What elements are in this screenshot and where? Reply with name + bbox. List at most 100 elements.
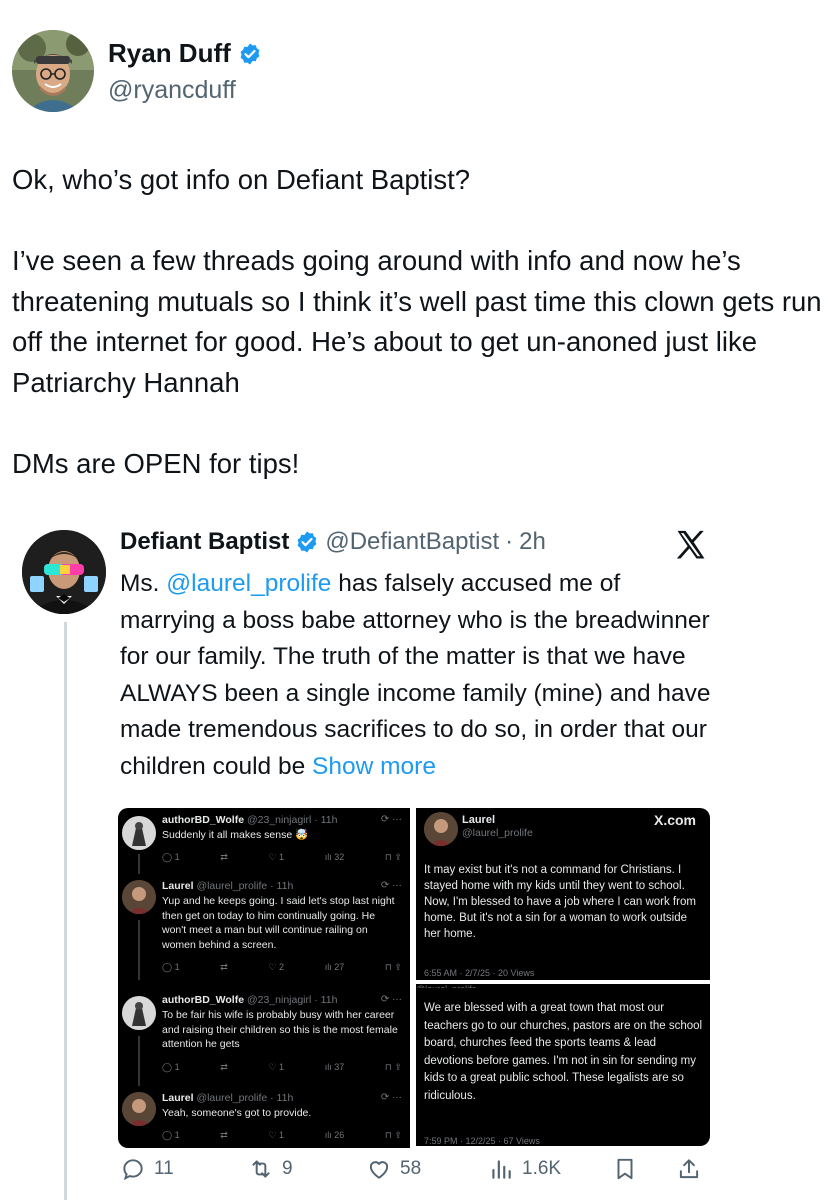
quoted-separator: · [505, 528, 514, 555]
mini-thread-line [138, 854, 140, 874]
mini-avatar [424, 812, 458, 846]
mini-post-body: We are blessed with a great town that mo… [424, 1002, 703, 1102]
mini-views-count: 27 [334, 962, 345, 972]
author-name[interactable]: Ryan Duff [108, 38, 262, 69]
mini-views-icon: ılı 27 [324, 962, 345, 972]
mini-post-name: Laurel [462, 814, 496, 826]
mini-repost-icon: ⇄ [220, 962, 228, 972]
bookmark-icon [617, 1158, 633, 1180]
tweet-paragraph-2: I’ve seen a few threads going around wit… [12, 245, 830, 398]
mini-bookmark-icon: ⊓ ⇪ [384, 1062, 402, 1072]
mini-reply-icon: ◯ 1 [162, 1130, 180, 1140]
quoted-text-body: has falsely accused me of marrying a bos… [120, 570, 711, 780]
mini-post-name: Laurel [162, 1092, 194, 1104]
mini-post-header: authorBD_Wolfe @23_ninjagirl · 11h [162, 814, 337, 826]
mini-post-header: Laurel @laurel_prolife · 11h [162, 880, 293, 892]
share-icon [679, 1159, 699, 1179]
tweet-paragraph-1: Ok, who’s got info on Defiant Baptist? [12, 164, 471, 195]
mini-avatar [122, 816, 156, 850]
quoted-header[interactable]: Defiant Baptist @DefiantBaptist · 2h [120, 528, 546, 556]
mini-post-handle: @23_ninjagirl · 11h [246, 994, 338, 1006]
mini-reply-count: 1 [174, 852, 180, 862]
mini-more-icon: ⟳ ··· [380, 1092, 402, 1103]
like-button[interactable]: 58 [366, 1156, 421, 1182]
repost-icon [252, 1160, 270, 1178]
mini-views-icon: ılı 37 [324, 1062, 345, 1072]
mini-post-actions: ◯ 1 ⇄ ♡ 1 ılı 32 ⊓ ⇪ [162, 852, 402, 863]
thread-line [64, 622, 67, 1200]
mini-like-icon: ♡ 1 [268, 1130, 285, 1140]
mini-post-header: authorBD_Wolfe @23_ninjagirl · 11h [162, 994, 337, 1006]
media-screenshot-thread[interactable]: authorBD_Wolfe @23_ninjagirl · 11h ⟳ ···… [118, 808, 410, 1148]
mini-bookmark-icon: ⊓ ⇪ [384, 962, 402, 972]
mini-views-count: 26 [334, 1130, 345, 1140]
mini-views-icon: ılı 26 [324, 1130, 345, 1140]
reply-icon [123, 1159, 143, 1181]
mini-post-meta: 7:59 PM · 12/2/25 · 67 Views [424, 1136, 540, 1146]
mini-thread-line [138, 920, 140, 980]
x-logo-icon [676, 530, 705, 559]
quoted-handle[interactable]: @DefiantBaptist [325, 528, 499, 556]
mini-views-count: 37 [334, 1062, 345, 1072]
mini-bookmark-icon: ⊓ ⇪ [384, 1130, 402, 1140]
mini-more-icon: ⟳ ··· [380, 880, 402, 891]
mini-post-meta: 6:55 AM · 2/7/25 · 20 Views [424, 968, 535, 978]
mini-like-count: 1 [279, 1130, 285, 1140]
mini-post-actions: ◯ 1 ⇄ ♡ 1 ılı 37 ⊓ ⇪ [162, 1062, 402, 1073]
mini-views-count: 32 [334, 852, 345, 862]
mini-reply-icon: ◯ 1 [162, 1062, 180, 1072]
mini-like-count: 1 [279, 852, 285, 862]
views-count: 1.6K [522, 1158, 562, 1179]
quoted-mention-link[interactable]: @laurel_prolife [166, 570, 331, 597]
mini-post-body: Yeah, someone's got to provide. [162, 1107, 312, 1119]
mini-post-body: Suddenly it all makes sense 🤯 [162, 829, 309, 841]
mini-avatar [122, 1092, 156, 1126]
mini-thread-line [138, 1036, 140, 1086]
mini-repost-icon: ⇄ [220, 1062, 228, 1072]
mini-more-icon: ⟳ ··· [380, 814, 402, 825]
mini-avatar [122, 880, 156, 914]
like-icon [369, 1161, 389, 1179]
mini-like-icon: ♡ 1 [268, 852, 285, 862]
mini-avatar [122, 996, 156, 1030]
mini-like-icon: ♡ 1 [268, 1062, 285, 1072]
mini-post-handle: @laurel_prolife [462, 827, 533, 839]
tweet-action-bar: 11 9 58 1.6K [120, 1150, 710, 1194]
media-screenshot-right-bottom[interactable]: @laurel_prolife We are blessed with a gr… [416, 984, 710, 1146]
mini-like-icon: ♡ 2 [268, 962, 285, 972]
media-screenshot-right-top[interactable]: Laurel @laurel_prolife X.com It may exis… [416, 808, 710, 980]
mini-post-body: It may exist but it's not a command for … [424, 864, 696, 940]
mini-post-actions: ◯ 1 ⇄ ♡ 2 ılı 27 ⊓ ⇪ [162, 962, 402, 973]
mini-post-body: Yup and he keeps going. I said let's sto… [162, 895, 395, 951]
show-more-link[interactable]: Show more [312, 753, 436, 780]
mini-post-body: To be fair his wife is probably busy wit… [162, 1009, 398, 1050]
mini-post-handle-cut: @laurel_prolife [416, 984, 710, 988]
mini-reply-icon: ◯ 1 [162, 962, 180, 972]
quoted-time[interactable]: 2h [519, 528, 546, 556]
reply-button[interactable]: 11 [120, 1156, 174, 1182]
author-handle[interactable]: @ryancduff [108, 76, 236, 105]
bookmark-button[interactable] [612, 1156, 638, 1182]
reply-count: 11 [154, 1158, 174, 1179]
mini-post-handle: @laurel_prolife · 11h [196, 1092, 294, 1104]
repost-button[interactable]: 9 [248, 1156, 293, 1182]
mini-reply-count: 1 [174, 1062, 180, 1072]
tweet-text: Ok, who’s got info on Defiant Baptist? I… [12, 160, 832, 484]
views-button[interactable]: 1.6K [488, 1156, 561, 1182]
author-avatar[interactable] [12, 30, 94, 112]
mini-post-handle: @laurel_prolife · 11h [196, 880, 294, 892]
quoted-name[interactable]: Defiant Baptist [120, 528, 289, 556]
mini-repost-icon: ⇄ [220, 852, 228, 862]
mini-post-actions: ◯ 1 ⇄ ♡ 1 ılı 26 ⊓ ⇪ [162, 1130, 402, 1141]
mini-reply-icon: ◯ 1 [162, 852, 180, 862]
views-icon [492, 1160, 511, 1179]
mini-repost-icon: ⇄ [220, 1130, 228, 1140]
author-name-text[interactable]: Ryan Duff [108, 38, 231, 69]
mini-reply-count: 1 [174, 962, 180, 972]
share-button[interactable] [676, 1156, 702, 1182]
quoted-text-prefix: Ms. [120, 570, 167, 597]
repost-count: 9 [282, 1158, 293, 1179]
like-count: 58 [400, 1158, 422, 1179]
quoted-avatar[interactable] [22, 530, 106, 614]
verified-badge-icon [240, 43, 260, 64]
